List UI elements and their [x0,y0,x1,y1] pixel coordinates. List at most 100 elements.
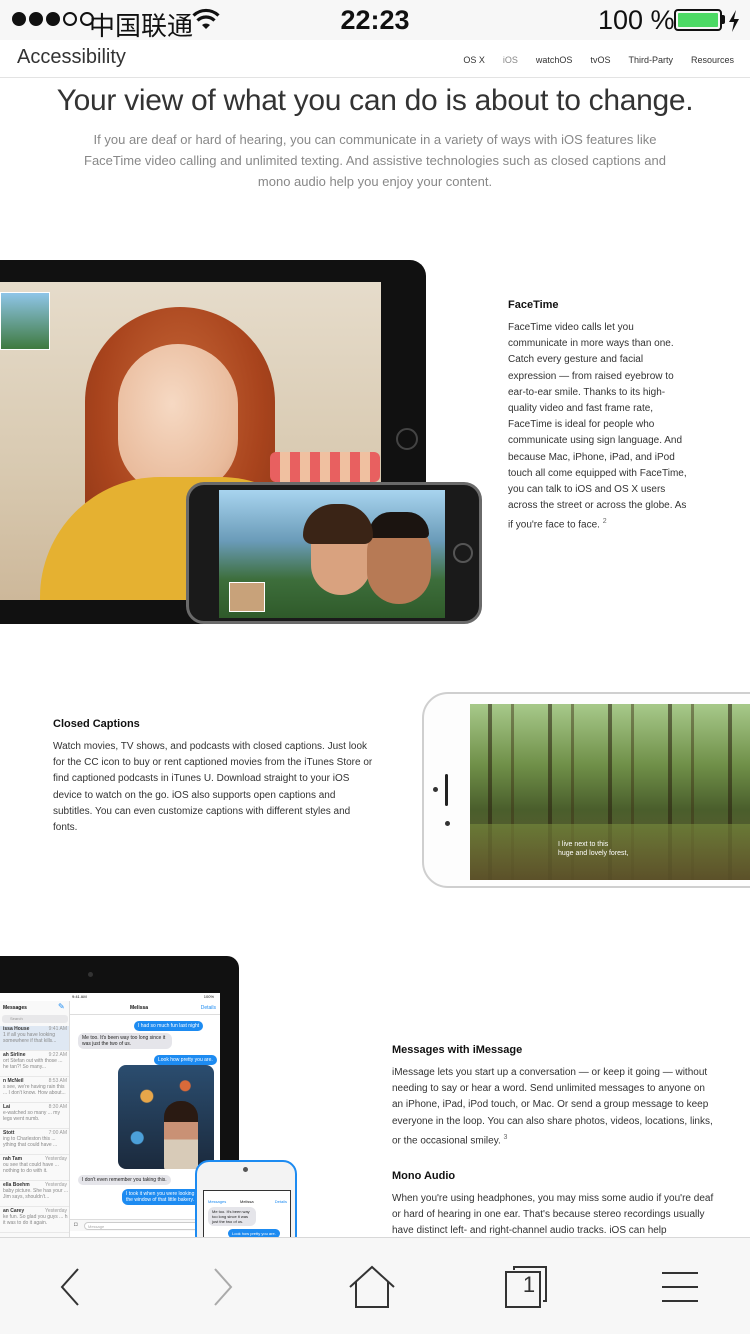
tab-count: 1 [522,1272,536,1297]
list-item-preview: ort Stefan out with those ... he tan?! S… [3,1058,63,1070]
conversation-list: issa House 9:41 AM 1 if all you have looki… [0,1026,70,1236]
facetime-image [0,260,490,630]
ipod-details[interactable]: Details [275,1199,287,1204]
contact-name: Melissa [130,1005,149,1011]
ipod-camera [243,1167,248,1172]
closed-caption-text: I live next to this huge and lovely fore… [558,840,628,858]
footnote-3[interactable]: 3 [504,1134,508,1141]
list-item-time: 8:30 AM [48,1104,67,1110]
list-item-time: 9:41 AM [48,1026,67,1032]
forward-button[interactable] [178,1238,268,1334]
hero-subtitle: If you are deaf or hard of hearing, you … [84,132,666,189]
list-item[interactable]: issa House 9:41 AM 1 if all you have looki… [0,1026,69,1051]
list-item-time: 9:22 AM [48,1052,67,1058]
imessage-heading: Messages with iMessage [392,1044,523,1056]
browser-toolbar: 1 [0,1237,750,1334]
hero-title: Your view of what you can do is about to… [56,84,694,117]
list-item-preview: ing to Charleston this ... ything that c… [3,1136,58,1148]
facetime-body: FaceTime video calls let you communicate… [508,320,692,534]
battery-icon [674,9,722,31]
screen-battery: 100% [203,994,214,999]
couple-man-hair [369,512,429,538]
facetime-pip [0,292,50,350]
nav-link-osx[interactable]: OS X [463,55,485,65]
iphone-pip [229,582,265,612]
battery-tip [722,15,725,24]
pillow [270,452,380,482]
mono-audio-heading: Mono Audio [392,1170,456,1182]
nav-link-resources[interactable]: Resources [691,55,734,65]
list-item-time: Yesterday [44,1208,67,1214]
compose-icon[interactable]: ✎ [58,1002,65,1011]
screen-time: 9:41 AM [72,994,87,999]
search-placeholder: Search [10,1016,23,1021]
nav-link-tvos[interactable]: tvOS [590,55,610,65]
speaker-slot [445,774,448,806]
couple-woman-hair [303,504,373,544]
forest-video: I live next to this huge and lovely fore… [470,704,750,880]
list-item-preview: ou see that could have ... nothing to do… [3,1162,59,1174]
list-item[interactable]: ella Boehm Yesterday baby picture. She has… [0,1182,69,1207]
message-bubble: I don't even remember you taking this. [78,1175,171,1185]
list-item-preview: e-watched so many ... my legs went numb. [3,1110,60,1122]
closed-captions-heading: Closed Captions [53,718,140,730]
details-link[interactable]: Details [201,1005,216,1011]
compose-placeholder: Message [88,1224,105,1229]
tabs-button[interactable]: 1 [481,1238,571,1334]
list-item[interactable]: ah Sirline 9:22 AM ort Stefan out with tho… [0,1052,69,1077]
list-item[interactable]: rah Tam Yesterday ou see that could have .… [0,1156,69,1181]
screen-statusbar: 9:41 AM 100% [0,993,220,1001]
home-button[interactable] [327,1238,417,1334]
charging-icon [729,10,739,32]
iphone-landscape-device: I live next to this huge and lovely fore… [422,692,750,888]
iphone-home-button [453,543,473,563]
message-bubble: I had so much fun last night [134,1021,204,1031]
footnote-2[interactable]: 2 [603,518,607,525]
back-icon [60,1267,79,1306]
list-item-preview: ke fun. So glad you guys ... h it was to… [3,1214,68,1226]
photo-person [164,1101,198,1169]
message-bubble: Me too. It's been way too long since it … [78,1033,172,1049]
message-bubble: Me too. It's been way too long since it … [208,1207,256,1226]
ipod-contact: Melissa [240,1199,254,1204]
list-item-time: 8:53 AM [48,1078,67,1084]
nav-link-third-party[interactable]: Third-Party [628,55,673,65]
ipad-home-button [396,428,418,450]
back-button[interactable] [25,1238,115,1334]
woman-face [118,344,238,494]
facetime-body-text: FaceTime video calls let you communicate… [508,322,687,531]
iphone-screen [219,490,445,618]
list-item[interactable]: Stott 7:00 AM ing to Charleston this ... y… [0,1130,69,1155]
messages-sidebar: Messages ✎ Search issa House 9:41 AM 1 if … [0,1001,70,1238]
list-item-time: Yesterday [44,1182,67,1188]
iphone-device [186,482,482,624]
imessage-body: iMessage lets you start up a conversatio… [392,1065,714,1149]
speaker-dot [433,787,438,792]
local-nav-links: OS X iOS watchOS tvOS Third-Party Resour… [445,55,734,65]
local-nav-title[interactable]: Accessibility [17,46,126,69]
camera-dot [445,821,450,826]
ipad-camera [88,972,93,977]
messages-title: Messages [3,1005,27,1011]
nav-link-watchos[interactable]: watchOS [536,55,573,65]
caption-line-2: huge and lovely forest, [558,850,629,857]
list-item[interactable]: Lai 8:30 AM e-watched so many ... my legs … [0,1104,69,1129]
imessage-body-text: iMessage lets you start up a conversatio… [392,1067,713,1147]
menu-button[interactable] [635,1238,725,1334]
forward-icon [214,1267,233,1306]
local-nav: Accessibility OS X iOS watchOS tvOS Thir… [0,40,750,78]
battery-percent: 100 % [598,5,675,35]
list-item[interactable]: n McNeil 8:53 AM s see, we're having rain … [0,1078,69,1103]
messages-search[interactable]: Search [2,1015,68,1023]
ipod-back-link[interactable]: Messages [208,1199,226,1204]
facetime-heading: FaceTime [508,299,559,311]
ipad-messages-screen: 9:41 AM 100% Messages ✎ Search issa Hous… [0,993,220,1238]
list-item-time: 7:00 AM [48,1130,67,1136]
message-bubble: Look how pretty you are. [154,1055,217,1065]
closed-captions-body: Watch movies, TV shows, and podcasts wit… [53,741,373,834]
list-item[interactable]: an Carey Yesterday ke fun. So glad you guy… [0,1208,69,1233]
camera-icon[interactable]: ◘ [74,1222,78,1228]
nav-link-ios[interactable]: iOS [503,55,518,65]
compose-input[interactable]: Message [84,1222,204,1230]
list-item-preview: s see, we're having rain this ... I don'… [3,1084,66,1096]
